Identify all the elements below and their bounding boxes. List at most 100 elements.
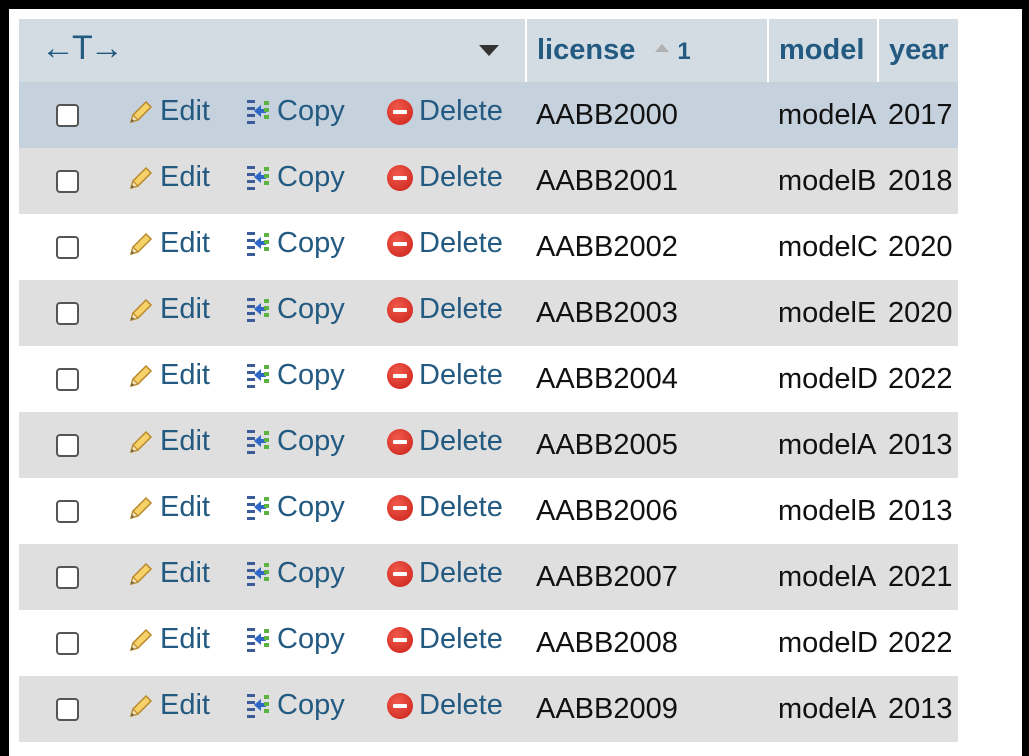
delete-label[interactable]: Delete bbox=[419, 359, 503, 392]
copy-icon bbox=[245, 296, 271, 324]
delete-button[interactable]: Delete bbox=[387, 491, 503, 524]
row-checkbox[interactable] bbox=[56, 566, 79, 589]
cell-license: AABB2007 bbox=[536, 560, 678, 593]
column-header-model-label[interactable]: model bbox=[779, 34, 864, 66]
edit-label[interactable]: Edit bbox=[160, 425, 210, 458]
edit-button[interactable]: Edit bbox=[128, 623, 210, 656]
delete-button[interactable]: Delete bbox=[387, 95, 503, 128]
cell-model: modelE bbox=[778, 296, 877, 329]
edit-label[interactable]: Edit bbox=[160, 623, 210, 656]
copy-button[interactable]: Copy bbox=[245, 293, 345, 326]
edit-button[interactable]: Edit bbox=[128, 161, 210, 194]
delete-button[interactable]: Delete bbox=[387, 227, 503, 260]
edit-button[interactable]: Edit bbox=[128, 95, 210, 128]
copy-label[interactable]: Copy bbox=[277, 161, 345, 194]
edit-label[interactable]: Edit bbox=[160, 689, 210, 722]
edit-button[interactable]: Edit bbox=[128, 425, 210, 458]
edit-button[interactable]: Edit bbox=[128, 359, 210, 392]
copy-button[interactable]: Copy bbox=[245, 623, 345, 656]
copy-button[interactable]: Copy bbox=[245, 425, 345, 458]
edit-button[interactable]: Edit bbox=[128, 227, 210, 260]
edit-label[interactable]: Edit bbox=[160, 227, 210, 260]
row-checkbox[interactable] bbox=[56, 302, 79, 325]
cell-model: modelA bbox=[778, 560, 877, 593]
dropdown-triangle-icon[interactable] bbox=[479, 45, 499, 56]
table-row: Edit Copy bbox=[19, 676, 958, 742]
row-checkbox[interactable] bbox=[56, 632, 79, 655]
table-row: Edit Copy bbox=[19, 148, 958, 214]
edit-button[interactable]: Edit bbox=[128, 293, 210, 326]
cell-year: 2018 bbox=[887, 164, 953, 197]
column-header-license-label[interactable]: license bbox=[537, 34, 635, 66]
copy-label[interactable]: Copy bbox=[277, 293, 345, 326]
copy-button[interactable]: Copy bbox=[245, 491, 345, 524]
edit-button[interactable]: Edit bbox=[128, 689, 210, 722]
edit-label[interactable]: Edit bbox=[160, 293, 210, 326]
row-checkbox[interactable] bbox=[56, 104, 79, 127]
cell-license: AABB2001 bbox=[536, 164, 678, 197]
cell-model: modelA bbox=[778, 428, 877, 461]
copy-label[interactable]: Copy bbox=[277, 689, 345, 722]
row-checkbox[interactable] bbox=[56, 434, 79, 457]
cell-license: AABB2002 bbox=[536, 230, 678, 263]
column-header-year[interactable]: year bbox=[876, 19, 958, 82]
delete-label[interactable]: Delete bbox=[419, 491, 503, 524]
row-checkbox[interactable] bbox=[56, 500, 79, 523]
edit-button[interactable]: Edit bbox=[128, 557, 210, 590]
edit-label[interactable]: Edit bbox=[160, 359, 210, 392]
copy-label[interactable]: Copy bbox=[277, 623, 345, 656]
copy-button[interactable]: Copy bbox=[245, 227, 345, 260]
delete-label[interactable]: Delete bbox=[419, 689, 503, 722]
column-header-model[interactable]: model bbox=[767, 19, 878, 82]
pencil-icon bbox=[128, 297, 154, 323]
copy-label[interactable]: Copy bbox=[277, 95, 345, 128]
edit-label[interactable]: Edit bbox=[160, 95, 210, 128]
delete-button[interactable]: Delete bbox=[387, 689, 503, 722]
edit-button[interactable]: Edit bbox=[128, 491, 210, 524]
cell-year: 2013 bbox=[887, 428, 953, 461]
pencil-icon bbox=[128, 495, 154, 521]
copy-button[interactable]: Copy bbox=[245, 359, 345, 392]
column-nav-arrows[interactable]: ←T→ bbox=[41, 29, 124, 68]
delete-label[interactable]: Delete bbox=[419, 95, 503, 128]
delete-label[interactable]: Delete bbox=[419, 227, 503, 260]
table-header-row: ←T→ license 1 model year bbox=[19, 19, 958, 82]
edit-label[interactable]: Edit bbox=[160, 491, 210, 524]
delete-label[interactable]: Delete bbox=[419, 425, 503, 458]
delete-button[interactable]: Delete bbox=[387, 557, 503, 590]
row-checkbox[interactable] bbox=[56, 698, 79, 721]
delete-label[interactable]: Delete bbox=[419, 293, 503, 326]
cell-license: AABB2006 bbox=[536, 494, 678, 527]
cell-year: 2021 bbox=[887, 560, 953, 593]
copy-label[interactable]: Copy bbox=[277, 425, 345, 458]
table-row: Edit Copy bbox=[19, 346, 958, 412]
column-header-year-label[interactable]: year bbox=[889, 34, 949, 66]
sort-ascending-icon[interactable] bbox=[655, 44, 670, 53]
delete-button[interactable]: Delete bbox=[387, 293, 503, 326]
delete-label[interactable]: Delete bbox=[419, 623, 503, 656]
copy-button[interactable]: Copy bbox=[245, 557, 345, 590]
copy-label[interactable]: Copy bbox=[277, 557, 345, 590]
delete-label[interactable]: Delete bbox=[419, 557, 503, 590]
row-checkbox[interactable] bbox=[56, 368, 79, 391]
copy-label[interactable]: Copy bbox=[277, 491, 345, 524]
delete-button[interactable]: Delete bbox=[387, 161, 503, 194]
cell-model: modelB bbox=[778, 494, 877, 527]
cell-year: 2020 bbox=[887, 296, 953, 329]
delete-button[interactable]: Delete bbox=[387, 425, 503, 458]
edit-label[interactable]: Edit bbox=[160, 557, 210, 590]
delete-label[interactable]: Delete bbox=[419, 161, 503, 194]
edit-label[interactable]: Edit bbox=[160, 161, 210, 194]
row-checkbox[interactable] bbox=[56, 236, 79, 259]
delete-button[interactable]: Delete bbox=[387, 359, 503, 392]
row-checkbox[interactable] bbox=[56, 170, 79, 193]
delete-button[interactable]: Delete bbox=[387, 623, 503, 656]
column-header-license[interactable]: license 1 bbox=[525, 19, 768, 82]
copy-button[interactable]: Copy bbox=[245, 689, 345, 722]
results-table: ←T→ license 1 model year Edit Copy Delet… bbox=[19, 19, 958, 742]
cell-year: 2022 bbox=[887, 626, 953, 659]
copy-label[interactable]: Copy bbox=[277, 359, 345, 392]
copy-button[interactable]: Copy bbox=[245, 95, 345, 128]
copy-button[interactable]: Copy bbox=[245, 161, 345, 194]
copy-label[interactable]: Copy bbox=[277, 227, 345, 260]
